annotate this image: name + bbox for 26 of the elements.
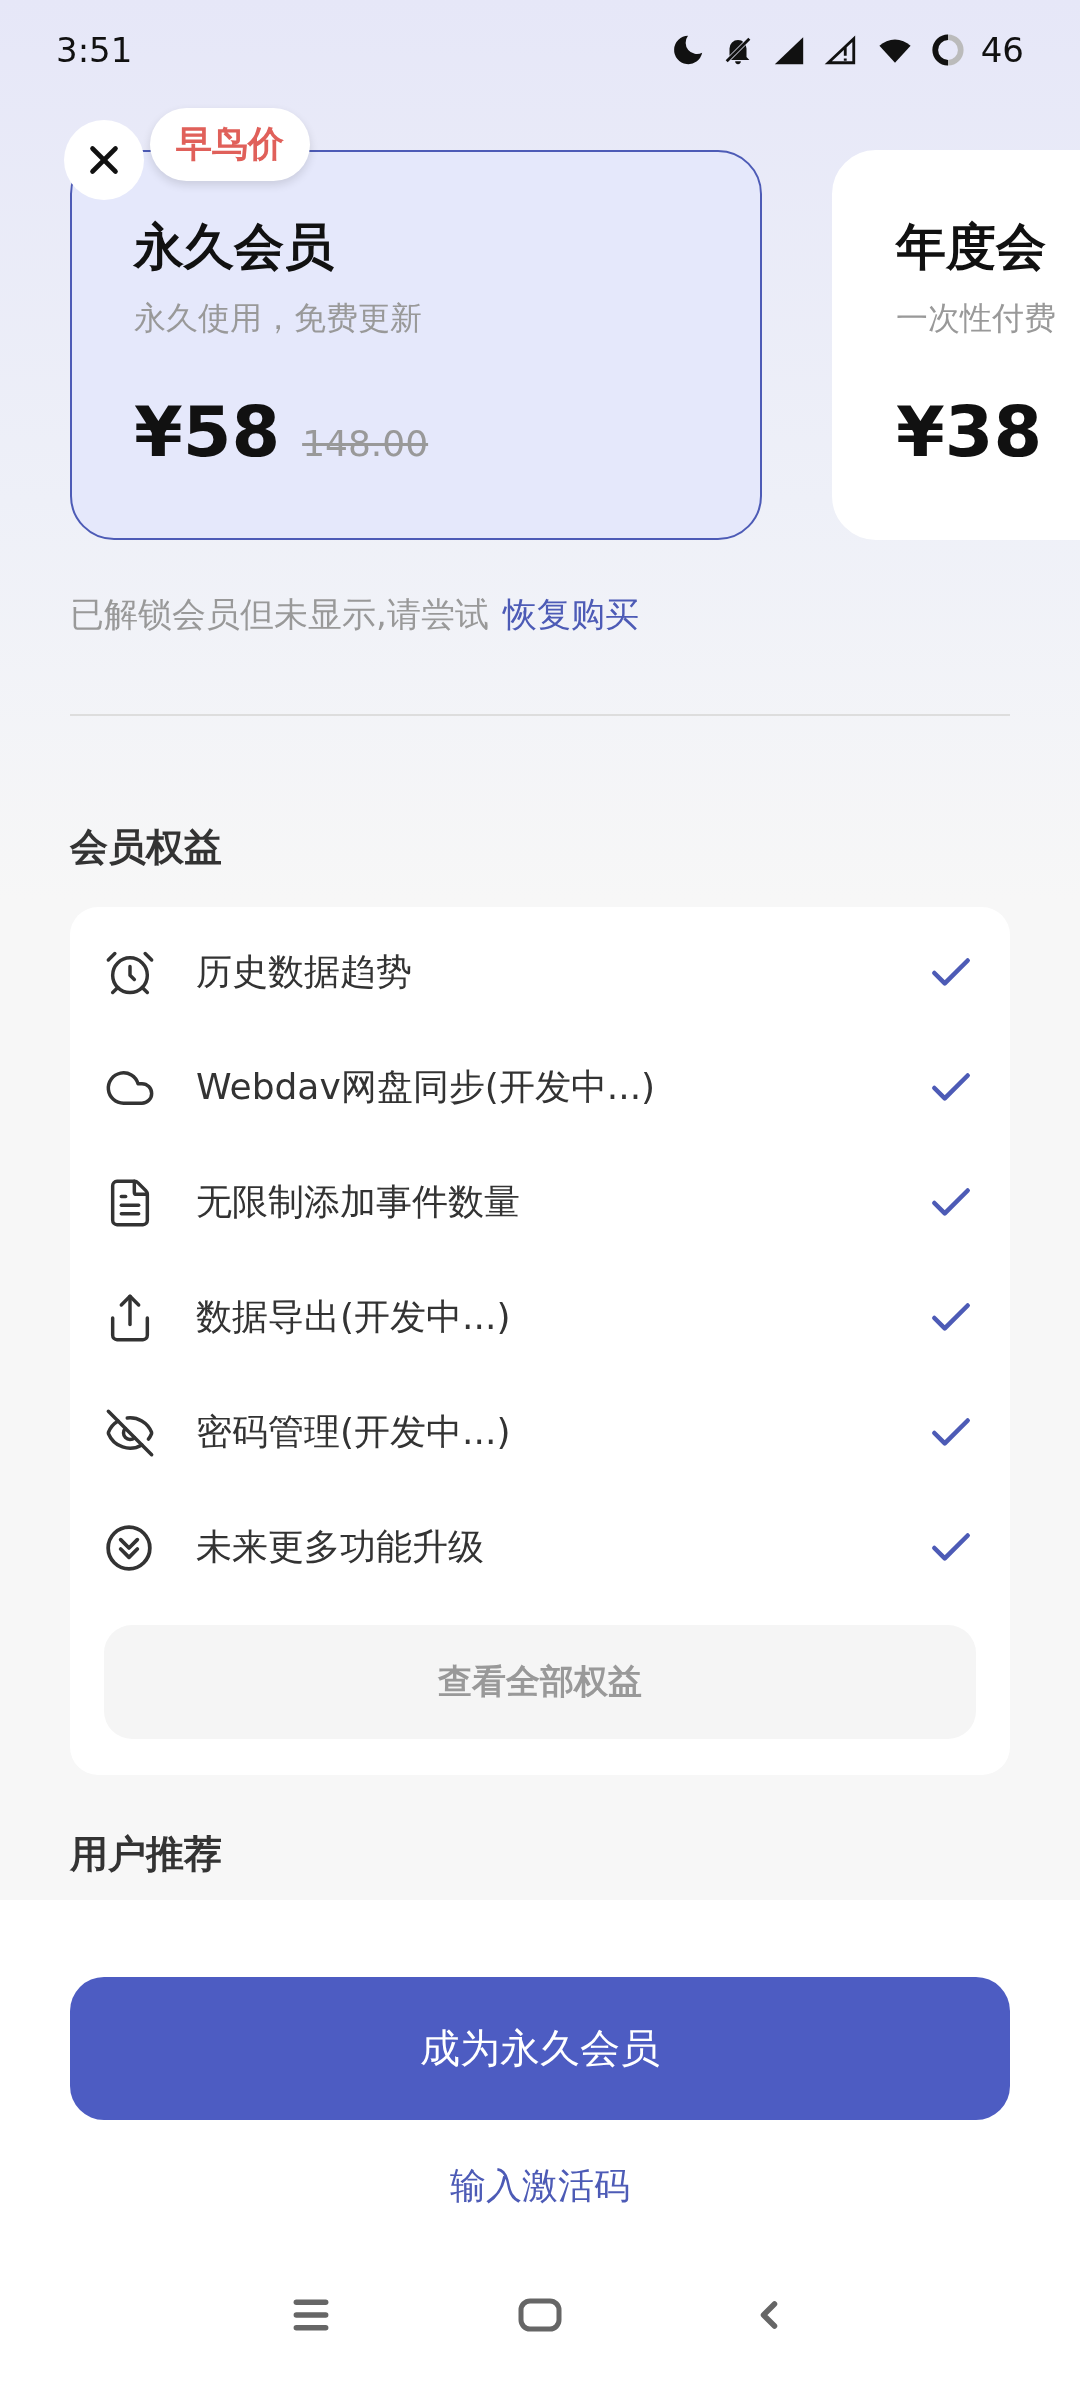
plan-price: ¥58 [134, 391, 281, 473]
become-member-button[interactable]: 成为永久会员 [70, 1977, 1010, 2120]
benefit-label: 数据导出(开发中...) [196, 1295, 512, 1339]
original-price: 148.00 [302, 423, 429, 464]
activation-code-link[interactable]: 输入激活码 [450, 2162, 630, 2211]
home-icon[interactable] [518, 2298, 562, 2332]
plan-card[interactable]: 年度会 一次性付费 ¥38 [832, 150, 1080, 540]
section-title: 用户推荐 [68, 1831, 223, 1878]
plan-price: ¥38 [896, 391, 1043, 473]
battery-level: 46 [980, 30, 1024, 70]
status-time: 3:51 [56, 30, 133, 70]
plan-description: 永久使用，免费更新 [134, 298, 423, 339]
plan-description: 一次性付费 [896, 298, 1057, 339]
restore-hint: 已解锁会员但未显示,请尝试 [70, 593, 489, 636]
benefit-label: 历史数据趋势 [196, 950, 413, 994]
plan-name: 年度会 [896, 217, 1047, 278]
early-bird-badge: 早鸟价 [150, 108, 310, 181]
double-chevron-down-icon [104, 1522, 154, 1573]
benefit-label: 密码管理(开发中...) [196, 1410, 512, 1454]
battery-icon [930, 33, 965, 67]
benefit-label: Webdav网盘同步(开发中...) [196, 1065, 657, 1109]
restore-purchase-link[interactable]: 恢复购买 [502, 592, 639, 638]
benefit-label: 无限制添加事件数量 [196, 1180, 521, 1224]
plan-name: 永久会员 [134, 217, 335, 278]
benefit-label: 未来更多功能升级 [196, 1525, 485, 1569]
section-title: 会员权益 [69, 824, 223, 871]
